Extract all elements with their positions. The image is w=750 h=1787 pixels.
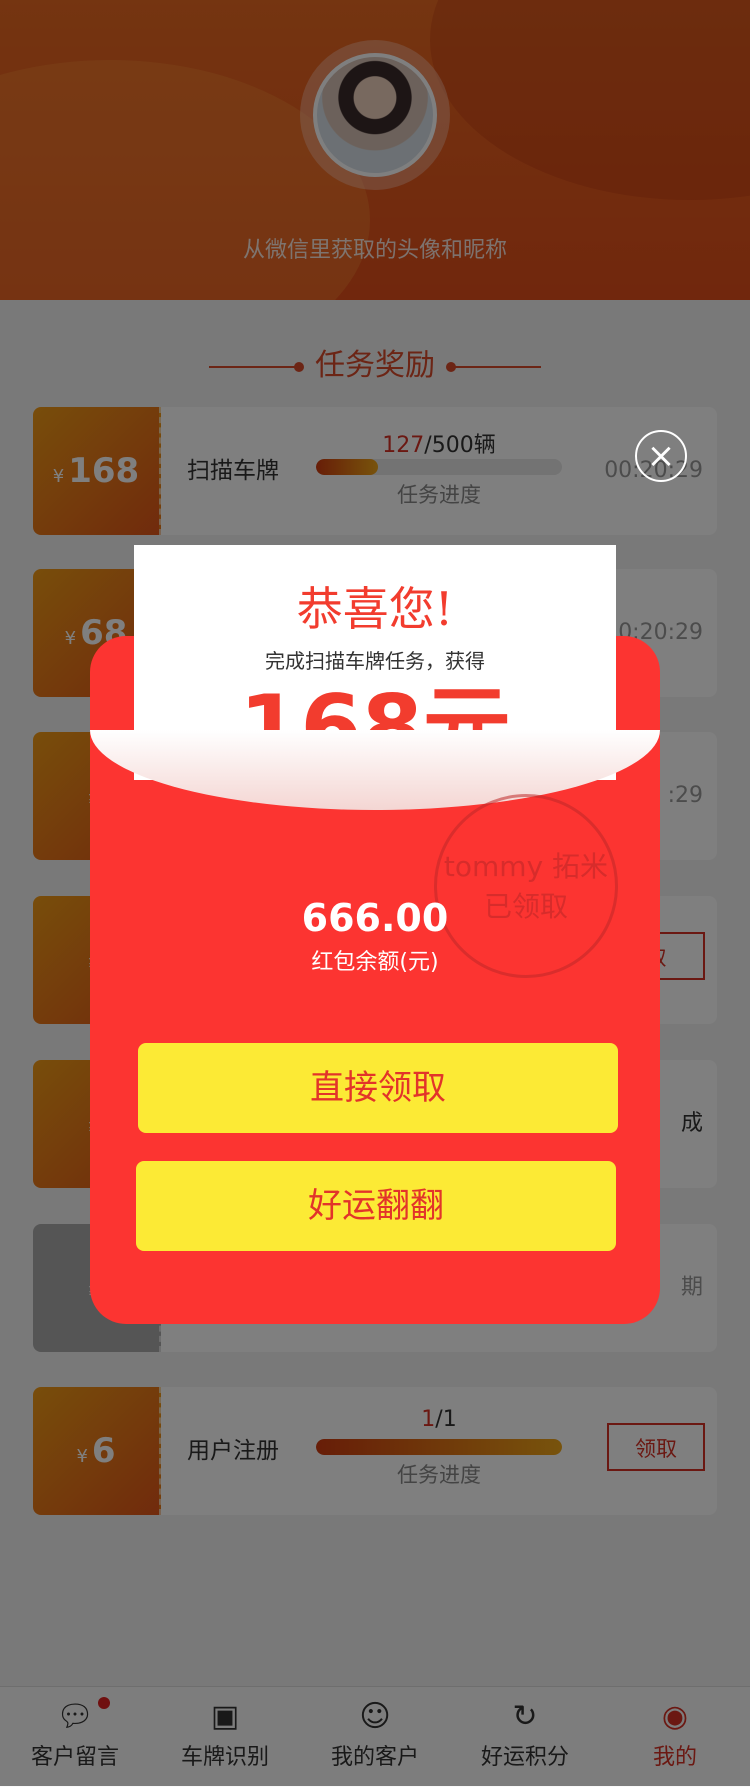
- close-icon[interactable]: ×: [635, 430, 687, 482]
- lucky-flip-button[interactable]: 好运翻翻: [136, 1161, 616, 1251]
- stamp-line: tommy 拓米: [443, 850, 609, 883]
- balance-value: 666.00: [301, 896, 449, 940]
- reward-subtitle: 完成扫描车牌任务，获得: [265, 649, 485, 673]
- claim-directly-button[interactable]: 直接领取: [138, 1043, 618, 1133]
- balance-display: 666.00 红包余额(元): [90, 896, 660, 976]
- congrats-heading: 恭喜您!: [296, 582, 454, 636]
- balance-label: 红包余额(元): [311, 950, 439, 975]
